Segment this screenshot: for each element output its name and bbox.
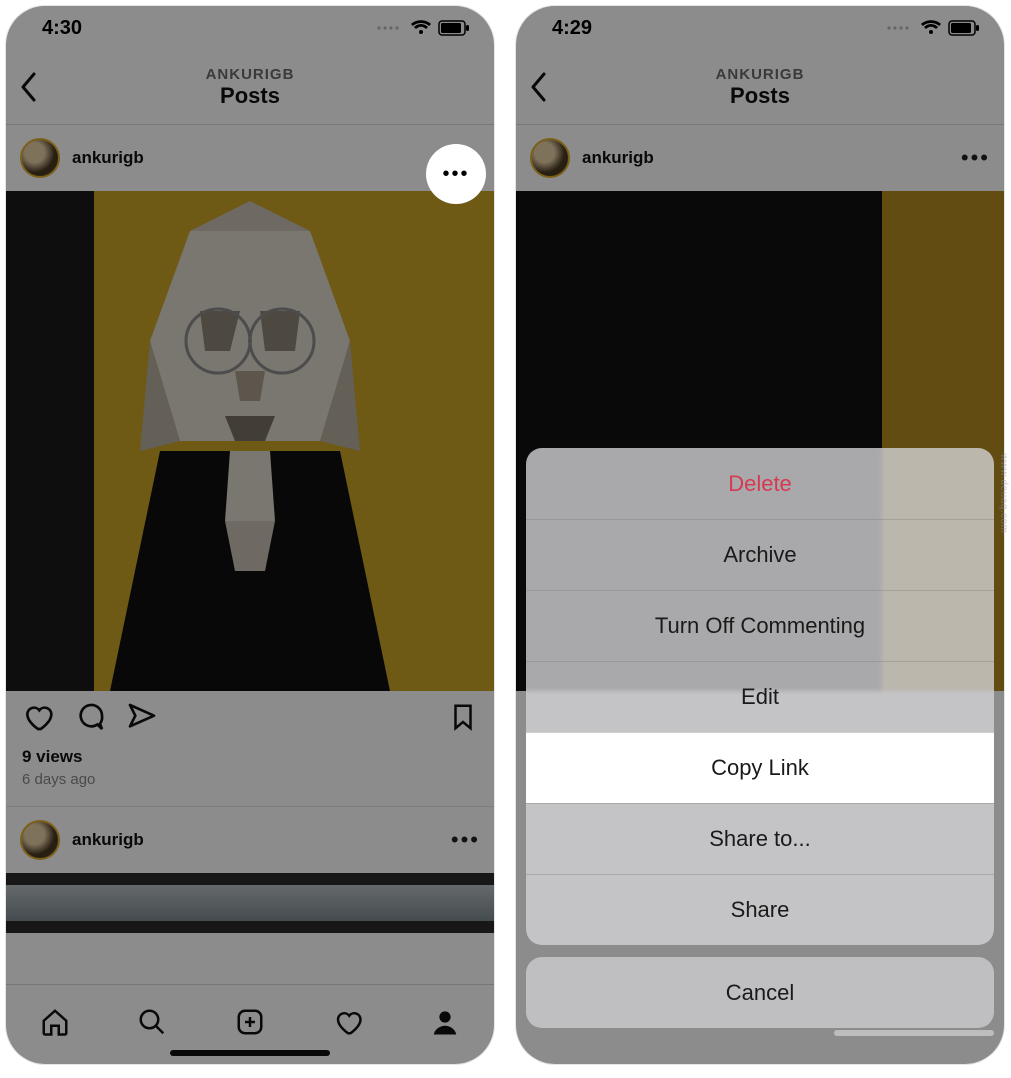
post-time: 6 days ago	[22, 771, 478, 788]
post-header: ankurigb •••	[6, 125, 494, 191]
more-button-highlight[interactable]: •••	[426, 144, 486, 204]
right-screenshot: 4:29 ANKURIGB Posts ankurigb ••• Delete	[515, 5, 1005, 1065]
left-screenshot: 4:30 ANKURIGB Posts ankurigb •••	[5, 5, 495, 1065]
post-username[interactable]: ankurigb	[72, 148, 144, 168]
nav-header: ANKURIGB Posts	[6, 50, 494, 125]
sheet-share-to[interactable]: Share to...	[526, 803, 994, 874]
cellular-dots-icon	[376, 23, 404, 33]
tab-activity[interactable]	[333, 1007, 363, 1042]
post-image[interactable]	[6, 191, 494, 691]
sheet-copy-link[interactable]: Copy Link	[526, 732, 994, 803]
nav-header: ANKURIGB Posts	[516, 50, 1004, 125]
home-indicator[interactable]	[170, 1050, 330, 1056]
tab-search[interactable]	[137, 1007, 167, 1042]
heart-outline-icon	[333, 1007, 363, 1037]
post-more-button[interactable]: •••	[961, 145, 990, 171]
action-sheet: Delete Archive Turn Off Commenting Edit …	[516, 448, 1004, 1064]
views-count[interactable]: 9 views	[22, 747, 478, 767]
wifi-icon	[920, 20, 942, 36]
post-username[interactable]: ankurigb	[582, 148, 654, 168]
tab-home[interactable]	[40, 1007, 70, 1042]
back-button[interactable]	[530, 72, 548, 107]
sheet-cancel[interactable]: Cancel	[526, 957, 994, 1028]
cellular-dots-icon	[886, 23, 914, 33]
post2-header: ankurigb •••	[6, 807, 494, 873]
post-actions	[6, 691, 494, 747]
tab-bar	[6, 984, 494, 1064]
status-bar: 4:29	[516, 6, 1004, 50]
heart-icon	[22, 701, 54, 733]
search-icon	[137, 1007, 167, 1037]
battery-icon	[438, 20, 470, 36]
send-icon	[126, 701, 158, 733]
status-icons	[376, 20, 470, 36]
share-button[interactable]	[126, 701, 158, 738]
nav-title: Posts	[730, 83, 790, 109]
avatar[interactable]	[20, 820, 60, 860]
chevron-left-icon	[20, 72, 38, 102]
nav-title: Posts	[220, 83, 280, 109]
person-icon	[430, 1007, 460, 1037]
comment-icon	[74, 701, 106, 733]
status-time: 4:30	[42, 17, 82, 40]
tab-create[interactable]	[235, 1007, 265, 1042]
back-button[interactable]	[20, 72, 38, 107]
chevron-left-icon	[530, 72, 548, 102]
nav-username-small: ANKURIGB	[206, 66, 295, 83]
battery-icon	[948, 20, 980, 36]
like-button[interactable]	[22, 701, 54, 738]
post2-more-button[interactable]: •••	[451, 827, 480, 853]
sheet-edit[interactable]: Edit	[526, 661, 994, 732]
home-icon	[40, 1007, 70, 1037]
post2-username[interactable]: ankurigb	[72, 830, 144, 850]
home-indicator[interactable]	[834, 1030, 994, 1036]
post-meta: 9 views 6 days ago	[6, 747, 494, 800]
avatar[interactable]	[20, 138, 60, 178]
sheet-archive[interactable]: Archive	[526, 519, 994, 590]
status-time: 4:29	[552, 17, 592, 40]
post2-image[interactable]	[6, 873, 494, 933]
wifi-icon	[410, 20, 432, 36]
save-button[interactable]	[448, 701, 478, 738]
bookmark-icon	[448, 701, 478, 733]
sheet-turn-off-commenting[interactable]: Turn Off Commenting	[526, 590, 994, 661]
post-header: ankurigb •••	[516, 125, 1004, 191]
nav-username-small: ANKURIGB	[716, 66, 805, 83]
status-icons	[886, 20, 980, 36]
comment-button[interactable]	[74, 701, 106, 738]
plus-square-icon	[235, 1007, 265, 1037]
status-bar: 4:30	[6, 6, 494, 50]
sheet-share[interactable]: Share	[526, 874, 994, 945]
portrait-artwork	[90, 191, 410, 691]
avatar[interactable]	[530, 138, 570, 178]
sheet-delete[interactable]: Delete	[526, 448, 994, 519]
tab-profile[interactable]	[430, 1007, 460, 1042]
